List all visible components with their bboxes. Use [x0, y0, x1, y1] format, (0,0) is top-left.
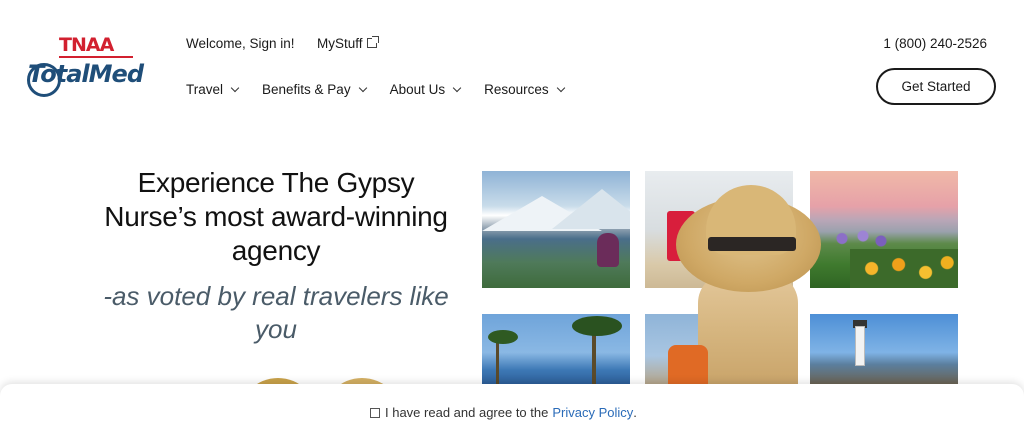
hero-subtitle: -as voted by real travelers like you [103, 281, 449, 344]
nav-item-travel[interactable]: Travel [186, 82, 240, 97]
logo-divider [59, 56, 133, 58]
brand-logo[interactable]: TNAA TotalMed [26, 34, 166, 104]
traveler-hat-image [668, 185, 828, 385]
lighthouse-photo [810, 314, 958, 384]
chevron-down-icon [358, 83, 367, 92]
chevron-down-icon [230, 83, 240, 92]
get-started-button[interactable]: Get Started [876, 68, 996, 105]
tnaa-logo-text: TNAA [59, 34, 114, 56]
chevron-down-icon [556, 83, 565, 92]
sign-in-link[interactable]: Welcome, Sign in! [186, 36, 295, 51]
privacy-consent-bar: I have read and agree to the Privacy Pol… [0, 384, 1024, 443]
mystuff-link[interactable]: MyStuff [317, 36, 379, 51]
consent-row: I have read and agree to the Privacy Pol… [370, 405, 637, 420]
hero-title: Experience The Gypsy Nurse’s most award-… [104, 167, 448, 266]
glacier-photo [482, 171, 630, 288]
main-nav: Travel Benefits & Pay About Us Resources [186, 82, 588, 97]
nav-item-label: Benefits & Pay [262, 82, 351, 97]
nav-item-label: Resources [484, 82, 549, 97]
consent-text: I have read and agree to the [385, 405, 549, 420]
nav-item-about-us[interactable]: About Us [389, 82, 462, 97]
nav-item-label: Travel [186, 82, 224, 97]
nav-item-benefits-pay[interactable]: Benefits & Pay [262, 82, 367, 97]
phone-link[interactable]: 1 (800) 240-2526 [883, 36, 987, 51]
palm-coast-photo [482, 314, 630, 384]
nav-item-resources[interactable]: Resources [484, 82, 565, 97]
totalmed-logo-text: TotalMed [28, 60, 144, 88]
privacy-policy-link[interactable]: Privacy Policy [552, 405, 633, 420]
consent-period: . [633, 405, 637, 420]
lake-flowers-photo [810, 171, 958, 288]
privacy-consent-checkbox[interactable] [370, 407, 380, 418]
nav-item-label: About Us [389, 82, 446, 97]
mystuff-label: MyStuff [317, 36, 363, 51]
chevron-down-icon [452, 83, 462, 92]
external-link-icon [366, 36, 379, 48]
